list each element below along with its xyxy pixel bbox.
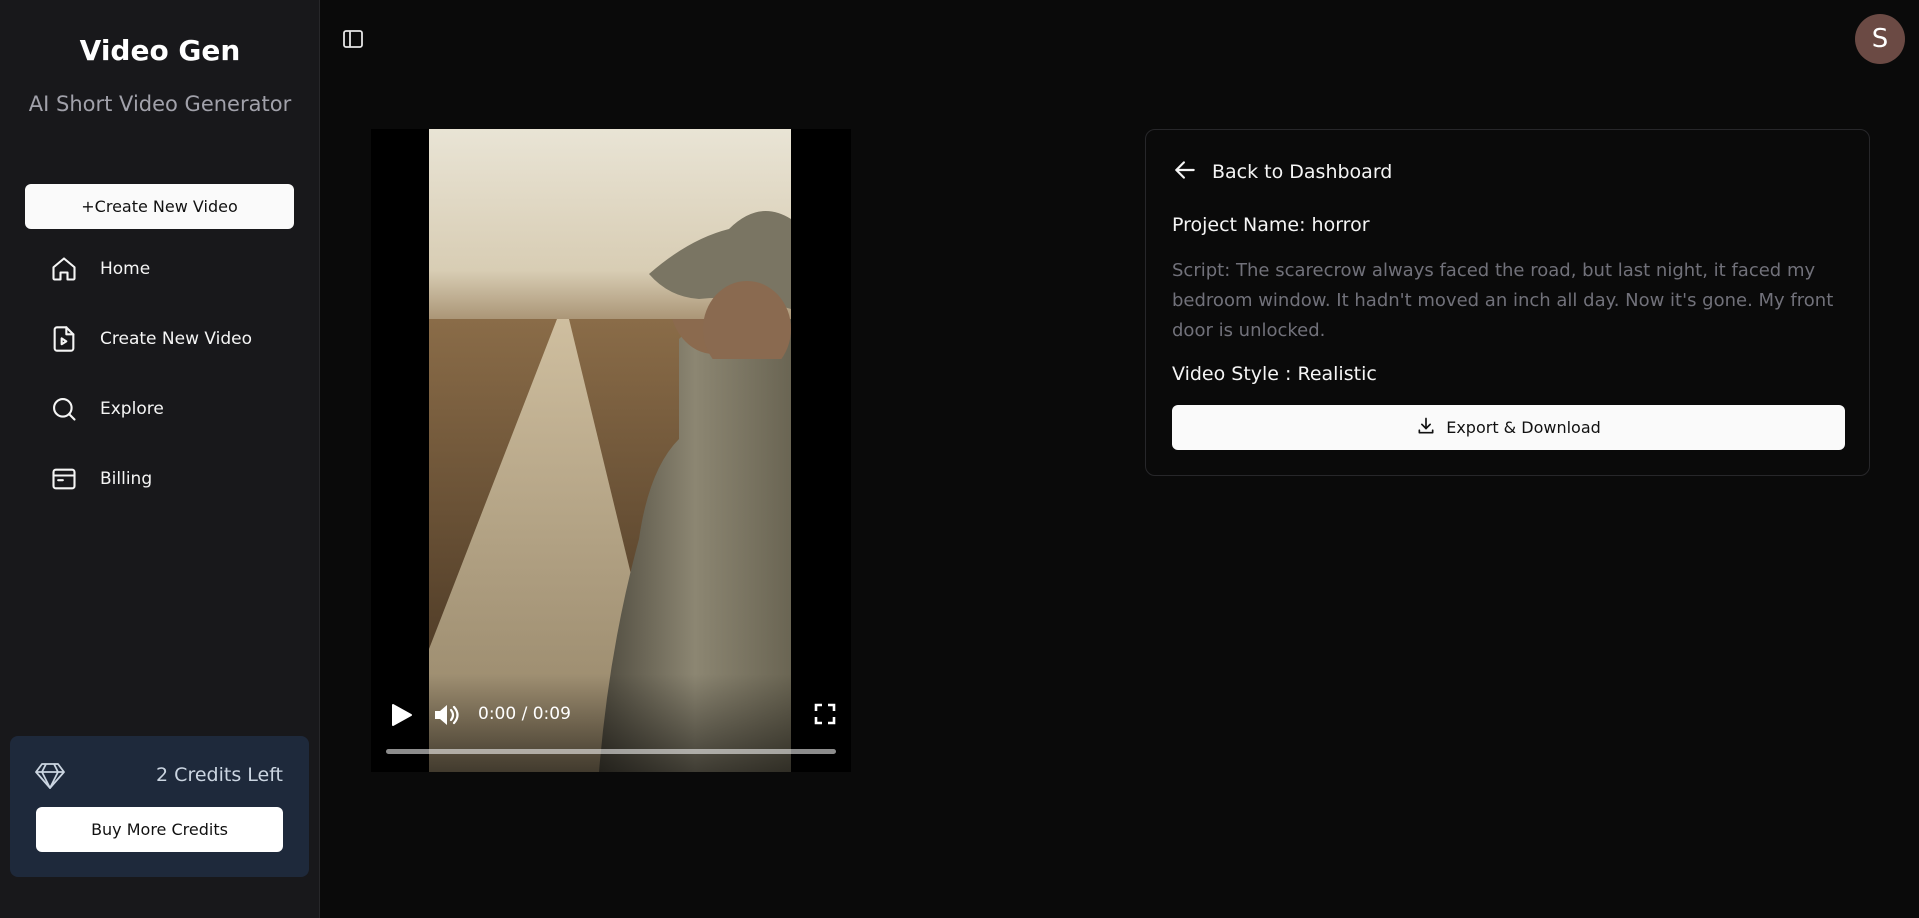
video-style: Video Style : Realistic bbox=[1172, 363, 1377, 385]
fullscreen-icon[interactable] bbox=[813, 702, 837, 726]
brand-title: Video Gen bbox=[79, 34, 241, 67]
wallet-icon bbox=[48, 463, 80, 495]
scarecrow-hat bbox=[649, 211, 791, 359]
export-label: Export & Download bbox=[1446, 418, 1601, 437]
buy-more-credits-button[interactable]: Buy More Credits bbox=[36, 807, 283, 852]
video-time: 0:00 / 0:09 bbox=[478, 704, 571, 724]
play-icon[interactable] bbox=[388, 702, 414, 728]
avatar[interactable]: S bbox=[1855, 14, 1905, 64]
video-progress-bar[interactable] bbox=[386, 749, 836, 754]
volume-icon[interactable] bbox=[432, 702, 460, 728]
sidebar-item-label: Create New Video bbox=[100, 329, 253, 349]
download-icon bbox=[1416, 416, 1446, 440]
brand-subtitle: AI Short Video Generator bbox=[28, 92, 292, 116]
gem-icon bbox=[34, 762, 66, 790]
project-name: Project Name: horror bbox=[1172, 214, 1370, 236]
sidebar-item-label: Explore bbox=[100, 399, 164, 419]
export-download-button[interactable]: Export & Download bbox=[1172, 405, 1845, 450]
sidebar-item-label: Billing bbox=[100, 469, 153, 489]
video-controls: 0:00 / 0:09 bbox=[371, 674, 851, 772]
panel-left-icon[interactable] bbox=[342, 28, 364, 50]
back-to-dashboard-link[interactable]: Back to Dashboard bbox=[1172, 157, 1392, 187]
arrow-left-icon bbox=[1172, 157, 1212, 187]
back-label: Back to Dashboard bbox=[1212, 161, 1393, 183]
search-icon bbox=[48, 393, 80, 425]
sidebar-item-home[interactable]: Home bbox=[48, 249, 150, 289]
file-video-icon bbox=[48, 323, 80, 355]
project-details-card: Back to Dashboard Project Name: horror S… bbox=[1145, 129, 1870, 476]
home-icon bbox=[48, 253, 80, 285]
video-player[interactable]: 0:00 / 0:09 bbox=[371, 129, 851, 772]
sidebar-item-create-new-video[interactable]: Create New Video bbox=[48, 319, 252, 359]
sidebar-item-label: Home bbox=[100, 259, 151, 279]
create-new-video-button[interactable]: +Create New Video bbox=[25, 184, 294, 229]
sidebar-item-billing[interactable]: Billing bbox=[48, 459, 152, 499]
credits-card: 2 Credits Left Buy More Credits bbox=[10, 736, 309, 877]
credits-count: 2 Credits Left bbox=[156, 764, 283, 786]
sidebar: Video Gen AI Short Video Generator +Crea… bbox=[0, 0, 320, 918]
script-text: Script: The scarecrow always faced the r… bbox=[1172, 260, 1834, 341]
sidebar-item-explore[interactable]: Explore bbox=[48, 389, 164, 429]
